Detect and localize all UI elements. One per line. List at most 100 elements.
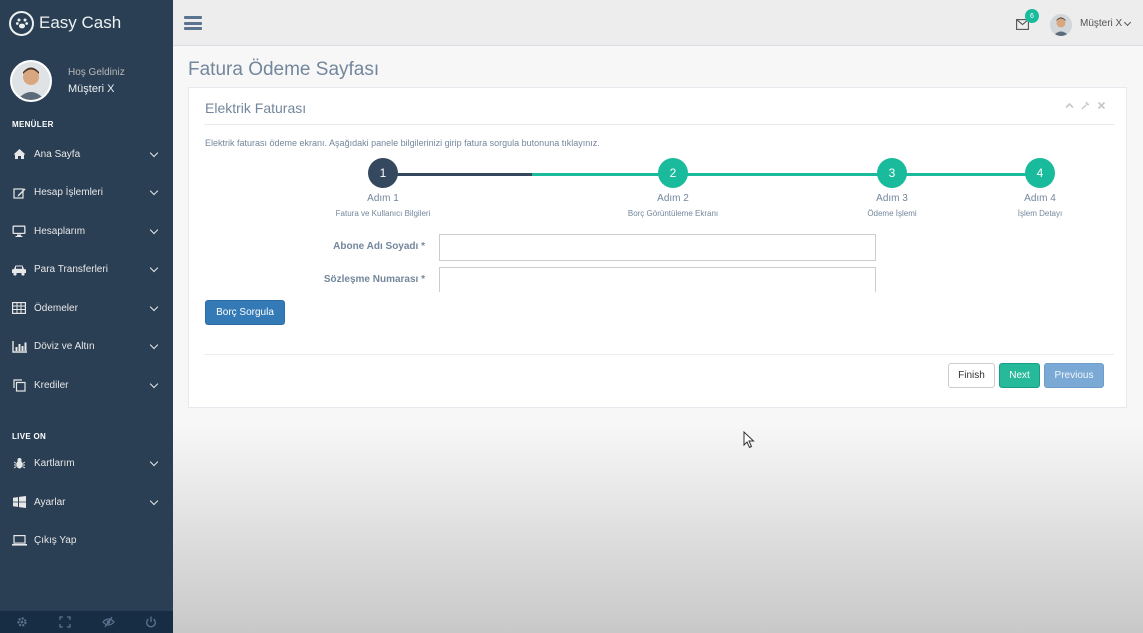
brand-title: Easy Cash — [39, 13, 122, 32]
sidebar-item-label: Krediler — [34, 379, 69, 391]
step-description: Borç Görüntüleme Ekranı — [627, 209, 719, 218]
step-description: İşlem Detayı — [1017, 209, 1063, 218]
finish-button[interactable]: Finish — [948, 363, 995, 388]
step-number: 2 — [658, 158, 688, 188]
profile: Hoş Geldiniz Müşteri X — [0, 46, 173, 116]
chevron-down-icon — [149, 225, 159, 234]
sidebar-footer — [0, 611, 173, 633]
chevron-down-icon — [149, 341, 159, 350]
avatar — [10, 60, 52, 102]
section-title-live: LIVE ON — [12, 431, 47, 441]
chevron-down-icon — [149, 148, 159, 157]
sidebar-item-account-operations[interactable]: Hesap İşlemleri — [0, 174, 173, 213]
sidebar-item-settings[interactable]: Ayarlar — [0, 483, 173, 522]
sidebar-item-label: Ayarlar — [34, 496, 66, 508]
step-title: Adım 1 — [367, 193, 399, 204]
step-title: Adım 4 — [1024, 193, 1056, 204]
welcome-text: Hoş Geldiniz — [68, 67, 125, 78]
chevron-down-icon — [149, 379, 159, 388]
sidebar-item-transfers[interactable]: Para Transferleri — [0, 251, 173, 290]
home-icon — [11, 148, 27, 161]
laptop-icon — [11, 534, 27, 547]
subscriber-name-row: Abone Adı Soyadı * — [189, 234, 1128, 261]
divider — [204, 124, 1114, 125]
mail-badge: 6 — [1025, 9, 1039, 23]
sidebar-item-label: Hesaplarım — [34, 225, 86, 237]
sidebar-item-label: Döviz ve Altın — [34, 341, 95, 353]
menu-toggle-icon[interactable] — [184, 16, 202, 30]
sidebar-item-label: Para Transferleri — [34, 264, 108, 276]
chevron-down-icon — [149, 496, 159, 505]
user-avatar[interactable] — [1050, 14, 1072, 36]
subscriber-name-label: Abone Adı Soyadı * — [333, 241, 425, 252]
desktop-icon — [11, 225, 27, 238]
fullscreen-icon[interactable] — [58, 615, 72, 629]
sidebar-item-label: Çıkış Yap — [34, 535, 77, 547]
panel-tools — [1065, 101, 1106, 110]
table-icon — [11, 302, 27, 315]
mouse-cursor-icon — [743, 430, 755, 449]
eye-slash-icon[interactable] — [101, 615, 115, 629]
sidebar-item-label: Kartlarım — [34, 458, 75, 470]
subscriber-name-input[interactable] — [439, 234, 876, 261]
sidebar-item-accounts[interactable]: Hesaplarım — [0, 212, 173, 251]
sidebar-item-label: Ana Sayfa — [34, 148, 81, 160]
query-debt-button[interactable]: Borç Sorgula — [205, 300, 285, 325]
edit-icon — [11, 186, 27, 199]
step-title: Adım 2 — [657, 193, 689, 204]
page-title: Fatura Ödeme Sayfası — [188, 59, 380, 80]
brand[interactable]: Easy Cash — [0, 0, 173, 46]
bill-panel: Elektrik Faturası Elektrik faturası ödem… — [188, 87, 1127, 408]
chevron-down-icon — [149, 302, 159, 311]
live-menu: Kartlarım Ayarlar Çıkış Yap — [0, 445, 173, 561]
top-nav: 6 Müşteri X — [173, 0, 1143, 46]
windows-icon — [11, 496, 27, 509]
step-number: 3 — [877, 158, 907, 188]
sidebar-item-payments[interactable]: Ödemeler — [0, 289, 173, 328]
contract-number-label: Sözleşme Numarası * — [323, 274, 425, 285]
wizard-line-active — [383, 173, 532, 176]
step-title: Adım 3 — [876, 193, 908, 204]
wrench-icon[interactable] — [1081, 101, 1090, 110]
clone-icon — [11, 379, 27, 392]
contract-number-input[interactable] — [439, 267, 876, 292]
chevron-down-icon — [149, 187, 159, 196]
step-description: Ödeme İşlemi — [867, 209, 917, 218]
sidebar-item-cards[interactable]: Kartlarım — [0, 445, 173, 484]
settings-icon[interactable] — [15, 615, 29, 629]
chevron-down-icon — [149, 458, 159, 467]
user-menu[interactable]: Müşteri X — [1080, 18, 1132, 29]
profile-name: Müşteri X — [68, 83, 115, 95]
chevron-down-icon — [1124, 18, 1132, 26]
step-number: 1 — [368, 158, 398, 188]
main-content: Fatura Ödeme Sayfası Elektrik Faturası E… — [173, 46, 1143, 633]
wizard-steps: 1 Adım 1 Fatura ve Kullanıcı Bilgileri 2… — [189, 158, 1128, 220]
sidebar-item-exchange-gold[interactable]: Döviz ve Altın — [0, 328, 173, 367]
chevron-up-icon[interactable] — [1065, 101, 1074, 110]
sidebar-item-logout[interactable]: Çıkış Yap — [0, 522, 173, 561]
user-name: Müşteri X — [1080, 18, 1123, 29]
next-button[interactable]: Next — [999, 363, 1040, 388]
sidebar-item-label: Hesap İşlemleri — [34, 187, 103, 199]
main-menu: Ana Sayfa Hesap İşlemleri Hesaplarım Par… — [0, 135, 173, 405]
paw-icon — [9, 10, 34, 36]
contract-number-row: Sözleşme Numarası * — [189, 267, 1128, 294]
sidebar-item-loans[interactable]: Krediler — [0, 366, 173, 405]
sidebar: Easy Cash Hoş Geldiniz Müşteri X MENÜLER… — [0, 0, 173, 633]
section-title-menus: MENÜLER — [12, 120, 54, 129]
close-icon[interactable] — [1097, 101, 1106, 110]
bar-chart-icon — [11, 340, 27, 353]
chevron-down-icon — [149, 264, 159, 273]
previous-button[interactable]: Previous — [1044, 363, 1104, 388]
step-number: 4 — [1025, 158, 1055, 188]
sidebar-item-label: Ödemeler — [34, 302, 78, 314]
car-icon — [11, 263, 27, 276]
panel-description: Elektrik faturası ödeme ekranı. Aşağıdak… — [205, 138, 600, 148]
panel-title: Elektrik Faturası — [205, 100, 307, 116]
step-description: Fatura ve Kullanıcı Bilgileri — [335, 209, 431, 218]
divider — [204, 354, 1114, 355]
power-icon[interactable] — [144, 615, 158, 629]
wizard-line — [532, 173, 1040, 176]
bug-icon — [11, 457, 27, 470]
sidebar-item-home[interactable]: Ana Sayfa — [0, 135, 173, 174]
